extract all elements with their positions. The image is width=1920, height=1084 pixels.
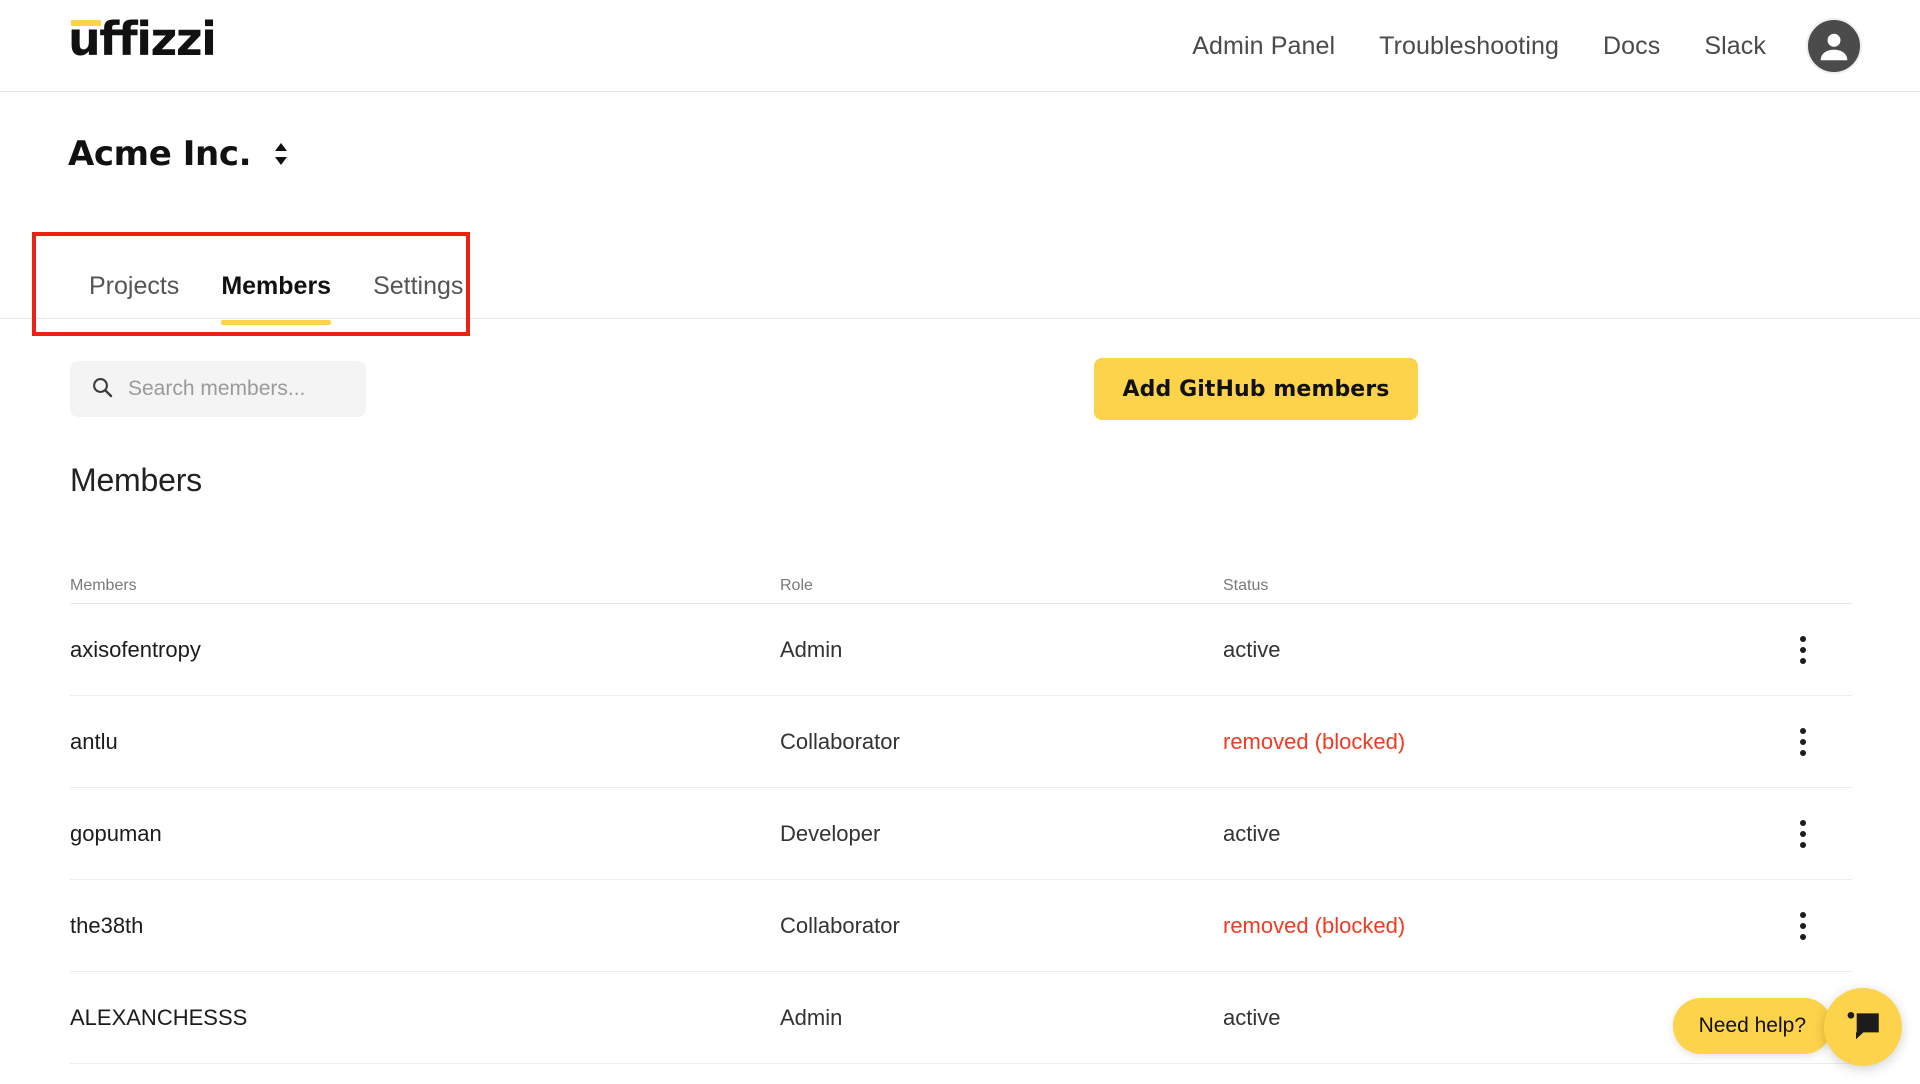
organization-header: Acme Inc. [68,134,293,174]
member-name: the38th [70,912,144,938]
nav-link-docs[interactable]: Docs [1581,32,1682,61]
tab-members[interactable]: Members [200,272,352,325]
member-role: Admin [780,636,843,662]
table-header-row: Members Role Status [70,566,1852,604]
tab-projects[interactable]: Projects [68,272,200,325]
top-header: uffizzi Admin Panel Troubleshooting Docs… [0,0,1920,92]
column-header-role: Role [780,577,813,594]
member-role: Developer [780,820,881,846]
uffizzi-logo[interactable]: uffizzi [68,16,217,62]
table-row[interactable]: antlu Collaborator removed (blocked) [70,696,1852,788]
add-github-members-button[interactable]: Add GitHub members [1094,358,1418,420]
nav-link-troubleshooting[interactable]: Troubleshooting [1357,32,1581,61]
column-header-status: Status [1223,577,1269,594]
search-input[interactable] [128,377,346,401]
chevron-up-down-icon[interactable] [269,137,293,171]
kebab-menu-icon[interactable] [1743,911,1852,940]
table-row[interactable]: the38th Collaborator removed (blocked) [70,880,1852,972]
user-avatar-icon[interactable] [1806,18,1862,74]
tab-settings[interactable]: Settings [352,272,484,325]
top-navigation: Admin Panel Troubleshooting Docs Slack [1170,0,1788,92]
kebab-menu-icon[interactable] [1743,727,1852,756]
page-title: Members [70,462,202,498]
member-status: active [1223,1004,1281,1030]
member-name: axisofentropy [70,636,201,662]
column-header-members: Members [70,577,137,594]
members-table: Members Role Status axisofentropy Admin … [70,566,1852,1064]
member-status: removed (blocked) [1223,912,1406,938]
search-members-field[interactable] [70,361,366,417]
need-help-button[interactable]: Need help? [1672,998,1832,1054]
search-icon [90,375,114,404]
table-row[interactable]: axisofentropy Admin active [70,604,1852,696]
member-role: Collaborator [780,728,900,754]
member-role: Collaborator [780,912,900,938]
nav-link-slack[interactable]: Slack [1682,32,1788,61]
member-name: ALEXANCHESSS [70,1004,248,1030]
chat-bubble-icon[interactable] [1824,988,1902,1066]
member-status: active [1223,820,1281,846]
tabs-group: Projects Members Settings [68,272,484,325]
kebab-menu-icon[interactable] [1743,635,1852,664]
app-page: uffizzi Admin Panel Troubleshooting Docs… [0,0,1920,1084]
kebab-menu-icon[interactable] [1743,819,1852,848]
nav-link-admin-panel[interactable]: Admin Panel [1170,32,1357,61]
member-status: removed (blocked) [1223,728,1406,754]
member-role: Admin [780,1004,843,1030]
member-name: gopuman [70,820,162,846]
table-row[interactable]: ALEXANCHESSS Admin active [70,972,1852,1064]
organization-name: Acme Inc. [68,134,252,174]
member-status: active [1223,636,1281,662]
member-name: antlu [70,728,118,754]
table-row[interactable]: gopuman Developer active [70,788,1852,880]
